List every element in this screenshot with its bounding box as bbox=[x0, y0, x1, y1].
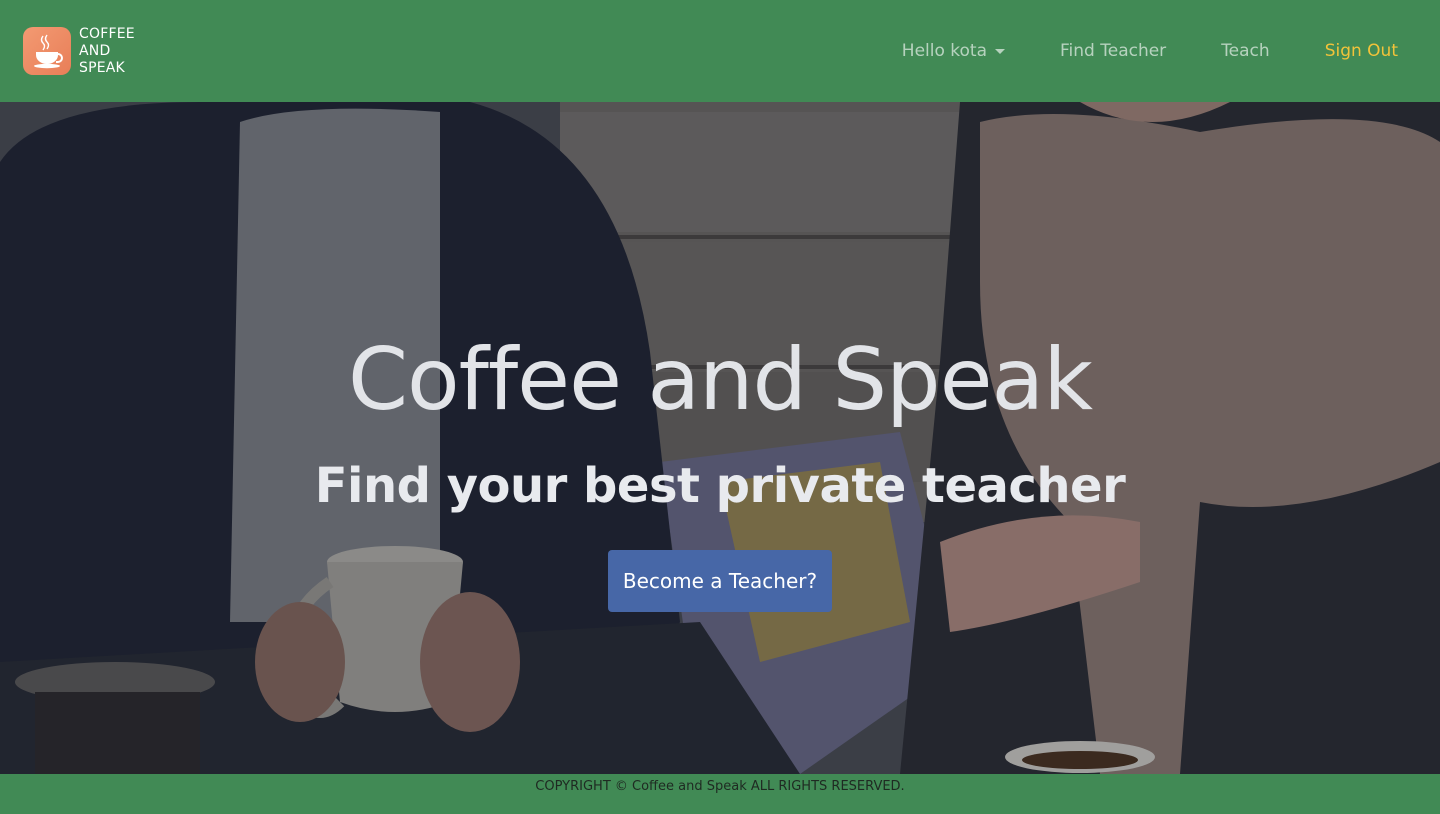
brand-line-1: COFFEE bbox=[79, 25, 135, 42]
hero-title: Coffee and Speak bbox=[347, 330, 1093, 430]
nav-find-teacher-link[interactable]: Find Teacher bbox=[1060, 41, 1166, 61]
brand-logo[interactable]: COFFEE AND SPEAK bbox=[23, 26, 135, 77]
brand-line-2: AND bbox=[79, 42, 111, 59]
user-menu-dropdown[interactable]: Hello kota bbox=[902, 41, 1005, 61]
sign-out-link[interactable]: Sign Out bbox=[1325, 41, 1398, 61]
hero-subtitle: Find your best private teacher bbox=[314, 458, 1126, 514]
copyright-text: COPYRIGHT © Coffee and Speak ALL RIGHTS … bbox=[535, 779, 905, 794]
footer: COPYRIGHT © Coffee and Speak ALL RIGHTS … bbox=[0, 774, 1440, 814]
brand-line-3: SPEAK bbox=[79, 59, 125, 76]
navbar: COFFEE AND SPEAK Hello kota Find Teacher… bbox=[0, 0, 1440, 102]
user-menu-label: Hello kota bbox=[901, 41, 987, 61]
main-nav: Hello kota Find Teacher Teach Sign Out bbox=[902, 41, 1398, 61]
coffee-cup-icon bbox=[23, 27, 71, 75]
become-teacher-button[interactable]: Become a Teacher? bbox=[608, 550, 832, 612]
nav-teach-link[interactable]: Teach bbox=[1221, 41, 1270, 61]
hero-content: Coffee and Speak Find your best private … bbox=[0, 102, 1440, 774]
brand-name: COFFEE AND SPEAK bbox=[79, 26, 135, 77]
caret-down-icon bbox=[995, 48, 1005, 54]
hero-section: Coffee and Speak Find your best private … bbox=[0, 102, 1440, 774]
